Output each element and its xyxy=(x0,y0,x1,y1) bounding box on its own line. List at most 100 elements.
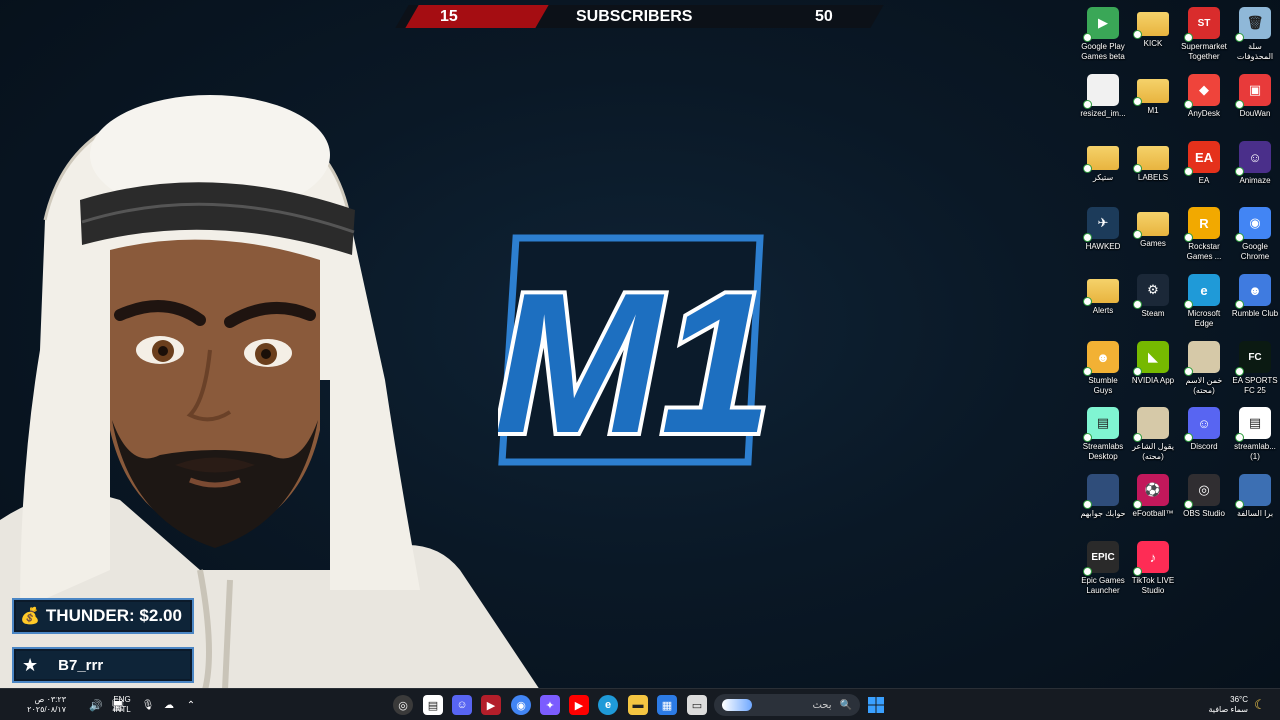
desktop-icon[interactable]: ◎ OBS Studio xyxy=(1179,471,1229,535)
desktop-icon[interactable]: ▣ DouWan xyxy=(1230,71,1280,135)
youtube-icon[interactable]: ▶ xyxy=(569,695,589,715)
desktop-icon[interactable]: Alerts xyxy=(1078,271,1128,335)
desktop-icon[interactable]: KICK xyxy=(1128,4,1178,68)
onedrive-icon[interactable]: ☁ xyxy=(162,696,176,714)
desktop-icon-label: NVIDIA App xyxy=(1131,376,1175,385)
desktop-icon[interactable]: ☻ Rumble Club xyxy=(1230,271,1280,335)
language-code: ENG xyxy=(113,695,131,704)
taskbar-clock[interactable]: ٠٣:٢٣ ص ٢٠٢٥/٠٨/١٧ xyxy=(8,694,66,716)
streamlabs-icon: ▤ xyxy=(1083,407,1119,442)
fc25-icon: FC xyxy=(1235,341,1271,376)
streamlabs-taskbar-icon[interactable]: ▤ xyxy=(423,695,443,715)
sync-status-icon xyxy=(1184,100,1193,109)
tiktok-icon: ♪ xyxy=(1133,541,1169,576)
sync-status-icon xyxy=(1235,167,1244,176)
desktop-icon[interactable]: EA EA xyxy=(1179,138,1229,202)
star-icon: ★ xyxy=(22,654,39,675)
chrome-taskbar-icon[interactable]: ◉ xyxy=(511,695,531,715)
desktop: 15 SUBSCRIBERS 50 M1 💰 THUNDER: $2.00 ★ … xyxy=(0,0,1280,720)
desktop-icon[interactable]: ▤ Streamlabs Desktop xyxy=(1078,404,1128,468)
desktop-icon-label: streamlab... (1) xyxy=(1234,442,1276,461)
steam-icon: ⚙ xyxy=(1133,274,1169,309)
weather-widget[interactable]: 36°C سماء صافية xyxy=(1200,694,1248,716)
desktop-icon[interactable]: resized_im... xyxy=(1078,71,1128,135)
desktop-icon[interactable]: ⚙ Steam xyxy=(1128,271,1178,335)
desktop-icon[interactable]: حوابك جوابهم xyxy=(1078,471,1128,535)
desktop-icon-label: Alerts xyxy=(1092,306,1114,315)
desktop-icon[interactable]: ☺ Discord xyxy=(1179,404,1229,468)
desktop-icon-label: Steam xyxy=(1141,309,1165,318)
folder-icon xyxy=(1133,12,1169,39)
desktop-icon[interactable]: ☻ Stumble Guys xyxy=(1078,338,1128,402)
desktop-icon[interactable]: FC EA SPORTS FC 25 xyxy=(1230,338,1280,402)
moon-weather-icon: ☾ xyxy=(1254,697,1266,712)
obs-taskbar-icon[interactable]: ◎ xyxy=(393,695,413,715)
desktop-icon-label: Rumble Club xyxy=(1231,309,1279,318)
hawked-icon: ✈ xyxy=(1083,207,1119,242)
image-file-icon xyxy=(1083,74,1119,109)
desktop-icon[interactable]: EPIC Epic Games Launcher xyxy=(1078,538,1128,602)
desktop-icon-label: سلة المحذوفات xyxy=(1236,42,1274,61)
desktop-icon[interactable]: ◣ NVIDIA App xyxy=(1128,338,1178,402)
desktop-icon[interactable]: ♪ TikTok LIVE Studio xyxy=(1128,538,1178,602)
desktop-icon[interactable]: 🗑 سلة المحذوفات xyxy=(1230,4,1280,68)
desktop-icon[interactable]: M1 xyxy=(1128,71,1178,135)
rockstar-icon: R xyxy=(1184,207,1220,242)
google-play-games-icon: ▶ xyxy=(1083,7,1119,42)
desktop-icon[interactable]: ST Supermarket Together xyxy=(1179,4,1229,68)
desktop-icon-label: resized_im... xyxy=(1080,109,1126,118)
desktop-icon[interactable]: ستيكر xyxy=(1078,138,1128,202)
sync-status-icon xyxy=(1184,500,1193,509)
obs-icon: ◎ xyxy=(1184,474,1220,509)
desktop-icon[interactable]: ☺ Animaze xyxy=(1230,138,1280,202)
desktop-icon[interactable]: e Microsoft Edge xyxy=(1179,271,1229,335)
copilot-icon[interactable]: ✦ xyxy=(540,695,560,715)
desktop-icon-label: TikTok LIVE Studio xyxy=(1131,576,1175,595)
money-bag-icon: 💰 xyxy=(20,608,40,625)
stumble-guys-icon: ☻ xyxy=(1083,341,1119,376)
task-view-icon[interactable]: ▭ xyxy=(687,695,707,715)
desktop-icon[interactable]: خمن الاسم (محته) xyxy=(1179,338,1229,402)
sync-status-icon xyxy=(1184,433,1193,442)
file-explorer-icon[interactable]: ▬ xyxy=(628,695,648,715)
video-app-icon[interactable]: ▶ xyxy=(481,695,501,715)
volume-icon[interactable]: 🔊 xyxy=(89,699,103,712)
language-indicator[interactable]: ENG INTL xyxy=(108,694,136,716)
desktop-icon-label: Supermarket Together xyxy=(1181,42,1227,61)
desktop-icon-label: Stumble Guys xyxy=(1088,376,1118,395)
microphone-icon[interactable]: 🎙 xyxy=(142,696,155,714)
desktop-icon[interactable]: ▶ Google Play Games beta xyxy=(1078,4,1128,68)
desktop-icon-label: AnyDesk xyxy=(1187,109,1220,118)
desktop-icon[interactable]: LABELS xyxy=(1128,138,1178,202)
sync-status-icon xyxy=(1083,500,1092,509)
desktop-icon[interactable]: R Rockstar Games ... xyxy=(1179,204,1229,268)
edge-taskbar-icon[interactable]: e xyxy=(598,695,618,715)
follower-name: B7_rrr xyxy=(58,656,104,674)
subscriber-current-count: 15 xyxy=(440,8,458,25)
desktop-icon-label: KICK xyxy=(1143,39,1163,48)
desktop-icon[interactable]: ⚽ eFootball™ xyxy=(1128,471,1178,535)
efootball-icon: ⚽ xyxy=(1133,474,1169,509)
discord-icon: ☺ xyxy=(1184,407,1220,442)
desktop-icon[interactable]: برا السالفة xyxy=(1230,471,1280,535)
image-file-icon xyxy=(1133,407,1169,442)
douwan-icon: ▣ xyxy=(1235,74,1271,109)
desktop-icon[interactable]: يقول الشاعر (محته) xyxy=(1128,404,1178,468)
start-button[interactable] xyxy=(866,695,886,715)
sync-status-icon xyxy=(1083,100,1092,109)
recycle-bin-icon: 🗑 xyxy=(1235,7,1271,42)
desktop-icon[interactable]: Games xyxy=(1128,204,1178,268)
desktop-icon[interactable]: ▤ streamlab... (1) xyxy=(1230,404,1280,468)
discord-taskbar-icon[interactable]: ☺ xyxy=(452,695,472,715)
desktop-icon[interactable]: ◆ AnyDesk xyxy=(1179,71,1229,135)
desktop-icon-label: OBS Studio xyxy=(1183,509,1225,518)
store-icon[interactable]: ▦ xyxy=(657,695,677,715)
sync-status-icon xyxy=(1184,300,1193,309)
sync-status-icon xyxy=(1083,433,1092,442)
keyboard-layout: INTL xyxy=(113,705,131,714)
sync-status-icon xyxy=(1083,164,1092,173)
taskbar-search-box[interactable]: بحث 🔍 xyxy=(714,694,860,716)
desktop-icon[interactable]: ✈ HAWKED xyxy=(1078,204,1128,268)
tray-chevron-up-icon[interactable]: ⌃ xyxy=(185,696,197,714)
desktop-icon[interactable]: ◉ Google Chrome xyxy=(1230,204,1280,268)
